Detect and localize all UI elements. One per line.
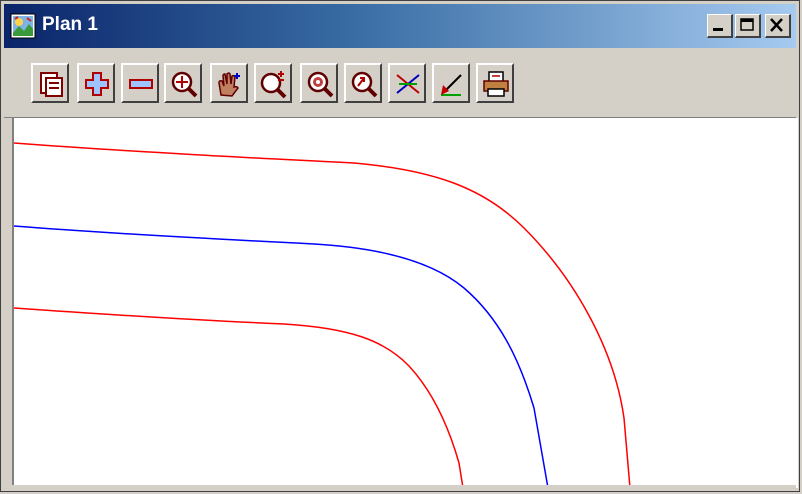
zoom-target-icon [307, 71, 334, 98]
window-title: Plan 1 [42, 14, 98, 35]
plan-view-drawing [13, 142, 631, 489]
pan-button[interactable] [210, 63, 248, 103]
zoom-extent-button[interactable] [164, 63, 202, 103]
zoom-plus-minus-icon [260, 71, 287, 99]
maximize-button[interactable] [735, 14, 761, 38]
toolbar [4, 57, 796, 118]
layers-panel-icon [40, 72, 63, 97]
zoom-window-button[interactable] [254, 63, 292, 103]
zoom-magnifier-icon [171, 71, 198, 98]
minimize-button[interactable] [707, 14, 733, 38]
hand-pan-icon [218, 72, 240, 97]
inner-edge-line [13, 307, 464, 489]
minus-icon [129, 79, 153, 89]
title-bar[interactable]: Plan 1 [4, 4, 796, 50]
cross-lines-icon [396, 74, 420, 94]
zoom-in-button[interactable] [77, 63, 115, 103]
plan-window: Plan 1 [0, 0, 800, 492]
zoom-center-button[interactable] [300, 63, 338, 103]
clear-view-button[interactable] [388, 63, 426, 103]
close-button[interactable] [765, 14, 791, 38]
zoom-previous-button[interactable] [344, 63, 382, 103]
outer-edge-line [13, 142, 631, 489]
zoom-out-button[interactable] [121, 63, 159, 103]
minimize-icon [713, 28, 723, 31]
printer-icon [483, 71, 509, 97]
app-icon[interactable] [10, 13, 36, 39]
pick-element-button[interactable] [432, 63, 470, 103]
zoom-arrow-icon [351, 71, 378, 98]
maximize-icon [740, 18, 754, 31]
plan-view-canvas[interactable] [12, 118, 798, 489]
pick-arrow-icon [441, 74, 462, 96]
bottom-border [4, 485, 796, 489]
centreline [13, 225, 549, 489]
print-button[interactable] [476, 63, 514, 103]
plus-icon [85, 72, 109, 96]
plot-settings-button[interactable] [31, 63, 69, 103]
title-bar-gradient: Plan 1 [4, 4, 796, 48]
close-icon [770, 18, 783, 32]
